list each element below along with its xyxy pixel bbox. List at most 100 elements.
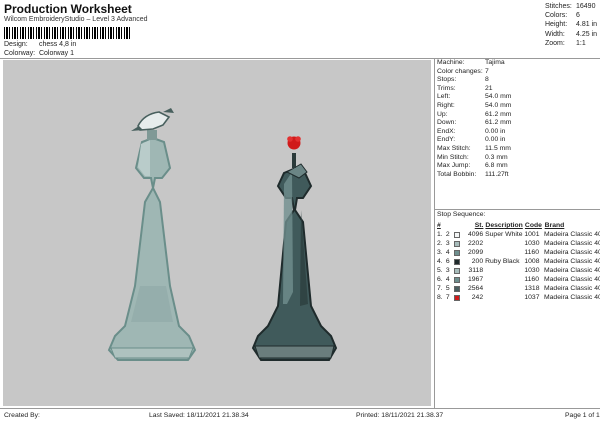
design-stats: Stitches: 16490 Colors: 6 Height: 4.81 in W…	[545, 2, 600, 48]
last-saved: Last Saved: 18/11/2021 21.38.34	[149, 412, 249, 419]
page-number: Page 1 of 1	[565, 412, 600, 419]
stop-number: 5.	[437, 267, 443, 274]
up-row: Up: 61.2 mm	[437, 110, 512, 118]
info-pane: Machine: Tajima Color changes: 7 Stops: 8 T…	[434, 58, 600, 408]
swatch-color	[453, 240, 460, 247]
stat-colors: Colors: 6	[545, 12, 580, 20]
thread-description	[485, 239, 524, 248]
min-stitch-row: Min Stitch: 0.3 mm	[437, 153, 508, 161]
stitch-count: 1967	[467, 276, 484, 283]
left-row: Left: 54.0 mm	[437, 93, 512, 101]
swatch-color	[453, 294, 460, 301]
design-row: Design: chess 4,8 in	[4, 41, 76, 48]
thread-brand: Madeira Classic 40	[543, 276, 600, 283]
software-subtitle: Wilcom EmbroideryStudio – Level 3 Advanc…	[4, 16, 148, 23]
page-title: Production Worksheet	[4, 2, 132, 16]
stop-number: 2.	[437, 240, 443, 247]
endy-row: EndY: 0.00 in	[437, 136, 506, 144]
colorway-label: Colorway:	[4, 50, 36, 57]
trims-row: Trims: 21	[437, 84, 493, 92]
header-brand: Brand	[544, 222, 565, 229]
swatch-color	[453, 258, 460, 265]
stitch-count: 2564	[467, 285, 484, 292]
thread-code: 1318	[524, 285, 540, 292]
colorway-value: Colorway 1	[38, 50, 74, 57]
stop-row: 6. 4 1967 1160 Madeira Classic 40	[437, 275, 600, 284]
stop-number: 6.	[437, 276, 443, 283]
right-row: Right: 54.0 mm	[437, 101, 512, 109]
stop-sequence-title: Stop Sequence:	[437, 211, 486, 218]
header-stitches: St.	[474, 222, 484, 229]
color-swatch	[453, 284, 464, 293]
thread-code: 1001	[524, 231, 540, 238]
printed-date: Printed: 18/11/2021 21.38.37	[356, 412, 444, 419]
thread-description	[485, 266, 524, 275]
color-number: 5	[445, 285, 450, 292]
stitch-count: 200	[471, 258, 484, 265]
barcode	[4, 27, 130, 39]
stop-row: 1. 2 4096 Super White 1001 Madeira Classic 40	[437, 230, 600, 239]
max-stitch-row: Max Stitch: 11.5 mm	[437, 144, 511, 152]
color-swatch	[453, 239, 464, 248]
endx-row: EndX: 0.00 in	[437, 127, 506, 135]
created-by: Created By:	[4, 412, 40, 419]
swatch-color	[453, 249, 460, 256]
swatch-color	[453, 276, 460, 283]
color-swatch	[453, 257, 464, 266]
color-number: 3	[445, 240, 450, 247]
color-number: 4	[445, 249, 450, 256]
stop-number: 7.	[437, 285, 443, 292]
color-number: 3	[445, 267, 450, 274]
color-swatch	[453, 230, 464, 239]
stop-row: 8. 7 242 1037 Madeira Classic 40	[437, 293, 600, 302]
stop-row: 5. 3 3118 1030 Madeira Classic 40	[437, 266, 600, 275]
thread-code: 1030	[524, 267, 540, 274]
thread-code: 1160	[524, 276, 539, 283]
machine-row: Machine: Tajima	[437, 59, 505, 66]
thread-brand: Madeira Classic 40	[543, 258, 600, 265]
swatch-color	[453, 231, 460, 238]
stat-width: Width: 4.25 in	[545, 30, 598, 38]
thread-brand: Madeira Classic 40	[543, 240, 600, 247]
thread-brand: Madeira Classic 40	[543, 285, 600, 292]
stitch-count: 242	[471, 294, 484, 301]
header-code: Code	[524, 222, 542, 229]
stitch-count: 2099	[467, 249, 484, 256]
stitch-count: 2202	[467, 240, 484, 247]
color-swatch	[453, 275, 464, 284]
thread-code: 1030	[524, 240, 540, 247]
footer-divider	[0, 408, 600, 409]
color-changes-row: Color changes: 7	[437, 67, 489, 75]
stitch-count: 4096	[467, 231, 484, 238]
right-chess-piece	[251, 136, 338, 361]
color-swatch	[453, 266, 464, 275]
stop-number: 4.	[437, 258, 443, 265]
color-number: 2	[445, 231, 450, 238]
thread-code: 1160	[524, 249, 539, 256]
colorway-row: Colorway: Colorway 1	[4, 50, 74, 57]
color-number: 4	[445, 276, 450, 283]
stitch-count: 3118	[468, 267, 484, 274]
thread-description	[485, 293, 524, 302]
thread-description: Ruby Black	[485, 258, 520, 265]
thread-description	[485, 275, 524, 284]
color-number: 7	[445, 294, 450, 301]
stop-number: 1.	[437, 231, 443, 238]
design-artwork	[107, 108, 338, 361]
total-bobbin-row: Total Bobbin: 111.27ft	[437, 170, 509, 178]
left-chess-piece	[107, 108, 197, 361]
thread-brand: Madeira Classic 40	[543, 249, 600, 256]
stat-height: Height: 4.81 in	[545, 21, 598, 29]
stop-table-header: # St. Description Code Brand	[437, 221, 599, 230]
down-row: Down: 61.2 mm	[437, 119, 512, 127]
thread-description	[485, 248, 524, 257]
thread-brand: Madeira Classic 40	[543, 231, 600, 238]
stop-rows: 1. 2 4096 Super White 1001 Madeira Classic 40…	[437, 230, 600, 302]
stop-row: 3. 4 2099 1160 Madeira Classic 40	[437, 248, 600, 257]
stop-number: 3.	[437, 249, 443, 256]
header-description: Description	[485, 222, 523, 229]
stop-number: 8.	[437, 294, 443, 301]
stops-row: Stops: 8	[437, 76, 489, 84]
stop-divider	[435, 209, 600, 210]
design-label: Design:	[4, 41, 28, 48]
